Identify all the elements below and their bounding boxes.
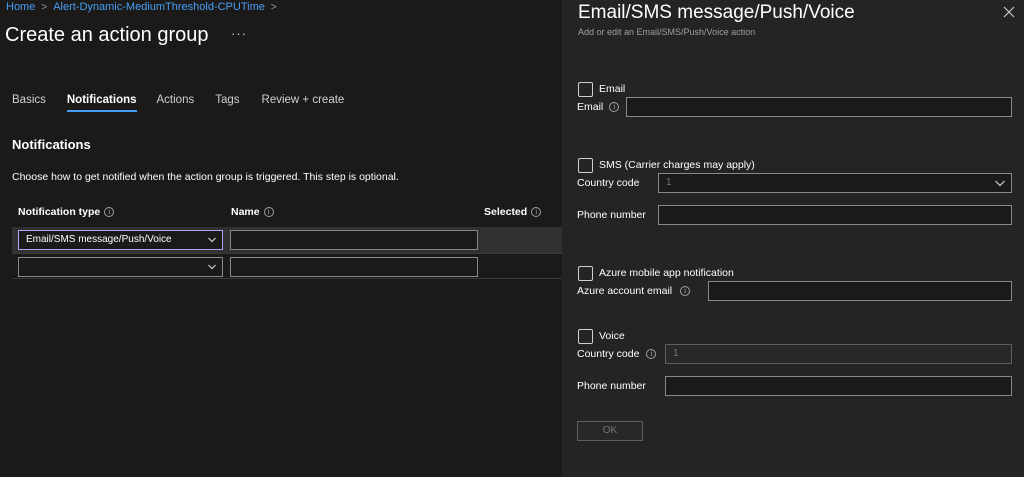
chevron-down-icon: [208, 237, 216, 243]
azure-account-email-field[interactable]: [708, 281, 1012, 301]
chevron-right-icon: >: [270, 1, 277, 13]
breadcrumb: Home > Alert-Dynamic-MediumThreshold-CPU…: [6, 1, 283, 13]
tab-tags[interactable]: Tags: [215, 94, 239, 112]
sms-phone-number-field[interactable]: [658, 205, 1012, 225]
email-checkbox-label: Email: [599, 83, 626, 95]
chevron-down-icon: [208, 264, 216, 270]
row-divider: [12, 253, 562, 254]
column-header-selected: Selected i: [484, 206, 542, 218]
field-label-text: Country code: [577, 348, 640, 360]
column-header-type: Notification type i: [18, 206, 115, 218]
column-label: Selected: [484, 206, 528, 218]
info-icon[interactable]: i: [104, 207, 115, 217]
breadcrumb-home[interactable]: Home: [6, 1, 35, 13]
row-divider: [12, 278, 562, 279]
field-label-text: Email: [577, 101, 604, 113]
email-label: Email i: [577, 101, 620, 113]
email-checkbox[interactable]: [578, 82, 593, 97]
sms-phone-number-label: Phone number: [577, 209, 646, 221]
sms-country-code-select[interactable]: 1: [658, 173, 1012, 193]
tab-basics[interactable]: Basics: [12, 94, 46, 112]
ok-button[interactable]: OK: [577, 421, 643, 441]
voice-checkbox-label: Voice: [599, 330, 625, 342]
name-input[interactable]: [230, 257, 478, 277]
section-heading: Notifications: [12, 137, 91, 152]
tab-bar: Basics Notifications Actions Tags Review…: [12, 94, 364, 112]
section-description: Choose how to get notified when the acti…: [12, 171, 399, 183]
push-checkbox-label: Azure mobile app notification: [599, 267, 734, 279]
info-icon[interactable]: i: [609, 102, 620, 112]
sms-checkbox-label: SMS (Carrier charges may apply): [599, 159, 755, 171]
info-icon[interactable]: i: [263, 207, 274, 217]
select-value: 1: [666, 177, 672, 188]
name-input[interactable]: [230, 230, 478, 250]
notification-type-select[interactable]: Email/SMS message/Push/Voice: [18, 230, 223, 250]
azure-account-email-label: Azure account email i: [577, 285, 691, 297]
column-label: Notification type: [18, 206, 101, 218]
close-icon[interactable]: [1003, 6, 1015, 18]
sms-country-code-label: Country code: [577, 177, 640, 189]
select-value: Email/SMS message/Push/Voice: [26, 234, 172, 245]
push-checkbox[interactable]: [578, 266, 593, 281]
voice-phone-number-label: Phone number: [577, 380, 646, 392]
main-pane: Home > Alert-Dynamic-MediumThreshold-CPU…: [0, 0, 562, 477]
column-header-name: Name i: [231, 206, 274, 218]
page-title: Create an action group: [5, 24, 209, 46]
panel-subtitle: Add or edit an Email/SMS/Push/Voice acti…: [578, 27, 756, 37]
field-label-text: Azure account email: [577, 285, 673, 297]
notification-type-select[interactable]: [18, 257, 223, 277]
sms-checkbox[interactable]: [578, 158, 593, 173]
tab-notifications[interactable]: Notifications: [66, 94, 137, 112]
breadcrumb-current[interactable]: Alert-Dynamic-MediumThreshold-CPUTime: [53, 1, 265, 13]
info-icon[interactable]: i: [646, 349, 657, 359]
more-options-icon[interactable]: ···: [231, 26, 247, 41]
column-label: Name: [231, 206, 260, 218]
context-pane: Email/SMS message/Push/Voice Add or edit…: [562, 0, 1024, 477]
info-icon[interactable]: i: [680, 286, 691, 296]
chevron-right-icon: >: [41, 1, 48, 13]
info-icon[interactable]: i: [531, 207, 542, 217]
voice-checkbox[interactable]: [578, 329, 593, 344]
voice-country-code-field[interactable]: 1: [665, 344, 1012, 364]
chevron-down-icon: [995, 180, 1005, 187]
tab-review-create[interactable]: Review + create: [262, 94, 345, 112]
voice-phone-number-field[interactable]: [665, 376, 1012, 396]
email-field[interactable]: [626, 97, 1012, 117]
voice-country-code-label: Country code i: [577, 348, 657, 360]
panel-title: Email/SMS message/Push/Voice: [578, 2, 855, 23]
tab-actions[interactable]: Actions: [157, 94, 195, 112]
